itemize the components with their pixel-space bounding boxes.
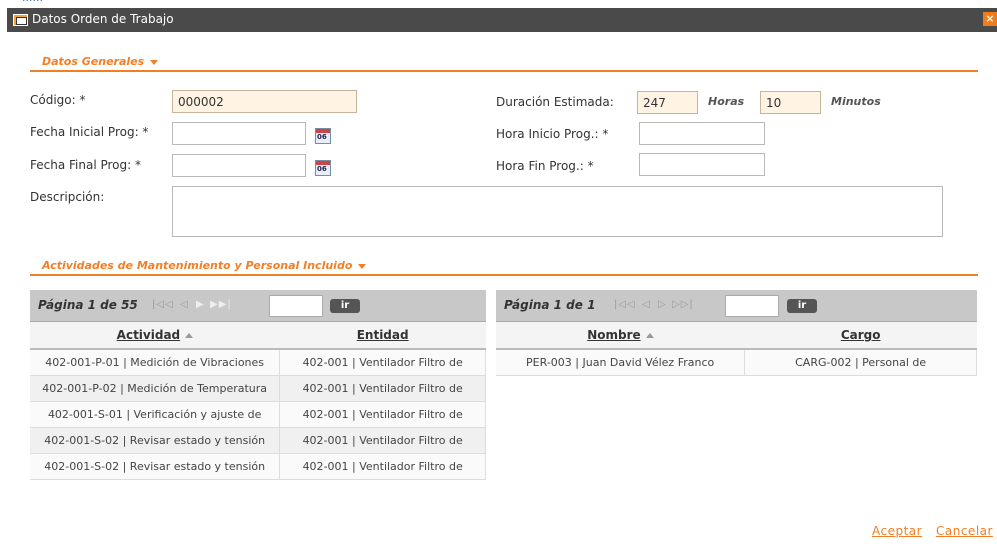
section-actividades[interactable]: Actividades de Mantenimiento y Personal … [30,258,978,276]
col-actividad[interactable]: Actividad [30,322,280,350]
fecha-inicial-label: Fecha Inicial Prog: * [30,125,149,139]
dialog-title: Datos Orden de Trabajo [32,12,174,26]
fecha-final-field[interactable] [172,154,306,177]
table-row[interactable]: PER-003 | Juan David Vélez Franco CARG-00… [496,349,977,376]
minutos-label: Minutos [831,95,881,108]
prev-page-icon[interactable]: ◁ [642,299,651,310]
cell-actividad: 402-001-S-01 | Verificación y ajuste de [30,401,281,428]
calendar-icon[interactable]: 06 [315,160,331,176]
go-button[interactable]: ir [787,299,817,313]
dialog-titlebar: Datos Orden de Trabajo × [7,8,997,32]
next-page-icon[interactable]: ▶ [196,299,205,310]
hora-inicio-field[interactable] [639,122,765,145]
section-actividades-label: Actividades de Mantenimiento y Personal … [42,259,353,272]
app-icon [13,14,28,26]
cell-actividad: 402-001-S-02 | Revisar estado y tensión [30,427,281,454]
prev-page-icon[interactable]: ◁ [180,299,189,310]
actividades-grid: Página 1 de 55 |◁◁ ◁ ▶ ▶▶| ir Actividad … [30,290,486,480]
first-page-icon[interactable]: |◁◁ [614,299,636,310]
page-number-input[interactable] [725,295,779,317]
duracion-horas-field[interactable]: 247 [637,91,698,114]
accept-button[interactable]: Aceptar [872,524,922,538]
col-nombre[interactable]: Nombre [496,322,745,350]
cell-entidad: 402-001 | Ventilador Filtro de [279,401,486,428]
cell-actividad: 402-001-P-02 | Medición de Temperatura [30,375,281,402]
duracion-label: Duración Estimada: [496,95,614,109]
cell-entidad: 402-001 | Ventilador Filtro de [279,349,486,376]
close-icon[interactable]: × [983,12,997,26]
background-window-strip: ...... [0,0,997,6]
personal-grid: Página 1 de 1 |◁◁ ◁ ▷ ▷▷| ir Nombre Carg… [496,290,977,376]
cell-entidad: 402-001 | Ventilador Filtro de [279,453,486,480]
collapse-triangle-icon[interactable] [150,59,159,65]
cell-entidad: 402-001 | Ventilador Filtro de [279,375,486,402]
sort-asc-icon [185,333,194,338]
collapse-triangle-icon[interactable] [358,263,367,269]
page-indicator: Página 1 de 1 [504,298,596,312]
duracion-minutos-field[interactable]: 10 [760,91,821,114]
cancel-button[interactable]: Cancelar [936,524,993,538]
hora-fin-label: Hora Fin Prog.: * [496,159,594,173]
cell-entidad: 402-001 | Ventilador Filtro de [279,427,486,454]
descripcion-label: Descripción: [30,190,105,204]
first-page-icon[interactable]: |◁◁ [152,299,174,310]
hora-inicio-label: Hora Inicio Prog.: * [496,127,609,141]
next-page-icon[interactable]: ▷ [658,299,667,310]
col-entidad[interactable]: Entidad [279,322,486,350]
fecha-inicial-field[interactable] [172,122,306,145]
last-page-icon[interactable]: ▶▶| [210,299,232,310]
personal-table: Nombre Cargo PER-003 | Juan David Vélez … [496,322,977,376]
personal-pager: Página 1 de 1 |◁◁ ◁ ▷ ▷▷| ir [496,290,977,322]
codigo-field[interactable]: 000002 [172,90,357,113]
page-indicator: Página 1 de 55 [38,298,138,312]
horas-label: Horas [708,95,745,108]
calendar-icon[interactable]: 06 [315,128,331,144]
cell-actividad: 402-001-P-01 | Medición de Vibraciones [30,349,281,376]
page-number-input[interactable] [269,295,323,317]
cell-cargo: CARG-002 | Personal de [744,349,977,376]
table-row[interactable]: 402-001-P-02 | Medición de Temperatura 40… [30,375,486,402]
codigo-label: Código: * [30,93,86,107]
actividades-pager: Página 1 de 55 |◁◁ ◁ ▶ ▶▶| ir [30,290,486,322]
table-row[interactable]: 402-001-S-01 | Verificación y ajuste de 4… [30,401,486,428]
section-datos-generales-label: Datos Generales [42,55,145,68]
section-datos-generales[interactable]: Datos Generales [30,54,978,72]
actividades-table: Actividad Entidad 402-001-P-01 | Medició… [30,322,486,480]
fecha-final-label: Fecha Final Prog: * [30,158,141,172]
table-row[interactable]: 402-001-P-01 | Medición de Vibraciones 40… [30,349,486,376]
table-row[interactable]: 402-001-S-02 | Revisar estado y tensión 4… [30,427,486,454]
go-button[interactable]: ir [330,299,360,313]
col-cargo[interactable]: Cargo [744,322,977,350]
sort-asc-icon [645,333,654,338]
descripcion-field[interactable] [172,186,943,237]
hora-fin-field[interactable] [639,153,765,176]
cell-actividad: 402-001-S-02 | Revisar estado y tensión [30,453,281,480]
cell-nombre: PER-003 | Juan David Vélez Franco [496,349,746,376]
last-page-icon[interactable]: ▷▷| [672,299,694,310]
table-row[interactable]: 402-001-S-02 | Revisar estado y tensión 4… [30,453,486,480]
